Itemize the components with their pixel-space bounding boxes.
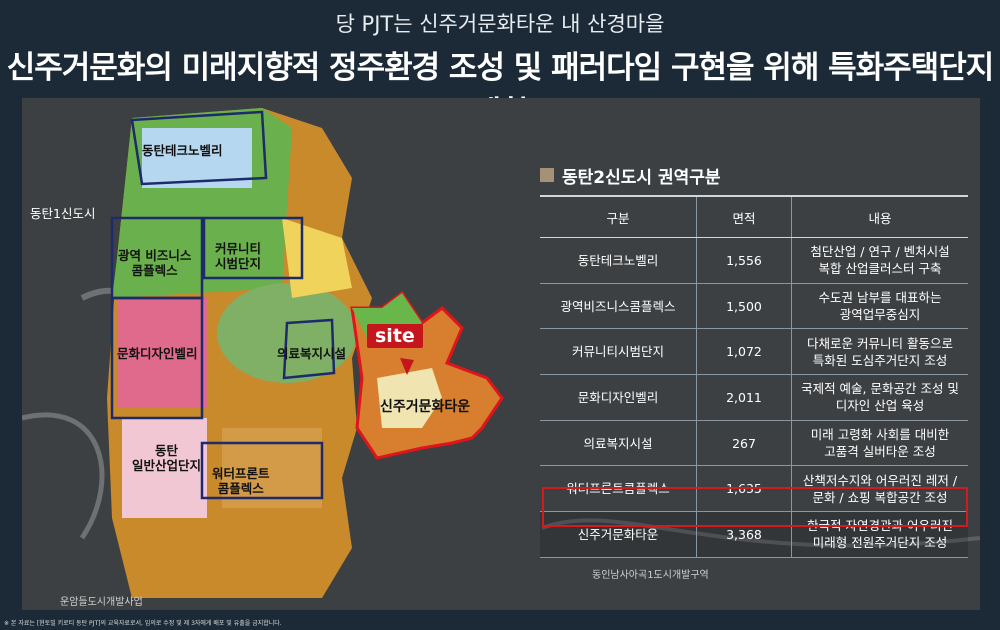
cell-area: 1,556: [696, 237, 792, 284]
cell-area: 1,500: [696, 283, 792, 330]
map-label-techno: 동탄테크노벨리: [142, 143, 223, 158]
table-row: 문화디자인벨리 2,011 국제적 예술, 문화공간 조성 및 디자인 산업 육성: [540, 374, 968, 421]
highlight-box: [542, 487, 968, 527]
cell-area: 1,072: [696, 328, 792, 376]
map-label-design: 문화디자인벨리: [117, 346, 198, 361]
cell-desc: 첨단산업 / 연구 / 벤처시설 복합 산업클러스터 구축: [791, 237, 968, 284]
map-label-dongtan1: 동탄1신도시: [30, 206, 96, 221]
site-marker: site: [367, 324, 423, 348]
col-header-desc: 내용: [791, 195, 968, 238]
col-header-name: 구분: [540, 195, 697, 238]
map-label-medical: 의료복지시설: [277, 346, 347, 361]
panel-title-text: 동탄2신도시 권역구분: [562, 167, 721, 188]
map-label-community: 커뮤니티 시범단지: [215, 241, 262, 271]
cell-desc: 수도권 남부를 대표하는 광역업무중심지: [791, 283, 968, 330]
cell-name: 커뮤니티시범단지: [540, 328, 697, 376]
map-label-bottom: 운암들도시개발사업: [60, 597, 143, 608]
cell-desc: 다채로운 커뮤니티 활동으로 특화된 도심주거단지 조성: [791, 328, 968, 376]
table-header-row: 구분 면적 내용: [540, 195, 968, 238]
table-row: 커뮤니티시범단지 1,072 다채로운 커뮤니티 활동으로 특화된 도심주거단지 조…: [540, 328, 968, 376]
cell-name: 의료복지시설: [540, 420, 697, 467]
map-label-newtown: 신주거문화타운: [380, 399, 471, 415]
panel-title: 동탄2신도시 권역구분: [540, 162, 970, 188]
cell-area: 267: [696, 420, 792, 467]
map-label-water: 워터프론트 콤플렉스: [212, 466, 270, 496]
map-label-south: 동인남사아곡1도시개발구역: [592, 570, 709, 581]
table-row: 의료복지시설 267 미래 고령화 사회를 대비한 고품격 실버타운 조성: [540, 420, 968, 467]
map-label-industry: 동탄 일반산업단지: [132, 443, 202, 473]
cell-name: 동탄테크노벨리: [540, 237, 697, 284]
footnote: ※ 본 자료는 [현토빌 키로티 동탄 PJT]의 교육자료로서, 임의로 수정…: [4, 620, 282, 627]
page-subtitle: 당 PJT는 신주거문화타운 내 산경마을: [335, 12, 665, 36]
cell-desc: 국제적 예술, 문화공간 조성 및 디자인 산업 육성: [791, 374, 968, 421]
table-row: 동탄테크노벨리 1,556 첨단산업 / 연구 / 벤처시설 복합 산업클러스터 구…: [540, 237, 968, 284]
map-label-biz: 광역 비즈니스 콤플렉스: [118, 248, 192, 278]
col-header-area: 면적: [696, 195, 792, 238]
cell-name: 문화디자인벨리: [540, 374, 697, 421]
square-icon: [540, 168, 554, 182]
cell-area: 2,011: [696, 374, 792, 421]
cell-desc: 미래 고령화 사회를 대비한 고품격 실버타운 조성: [791, 420, 968, 467]
table-row: 광역비즈니스콤플렉스 1,500 수도권 남부를 대표하는 광역업무중심지: [540, 283, 968, 330]
cell-name: 광역비즈니스콤플렉스: [540, 283, 697, 330]
